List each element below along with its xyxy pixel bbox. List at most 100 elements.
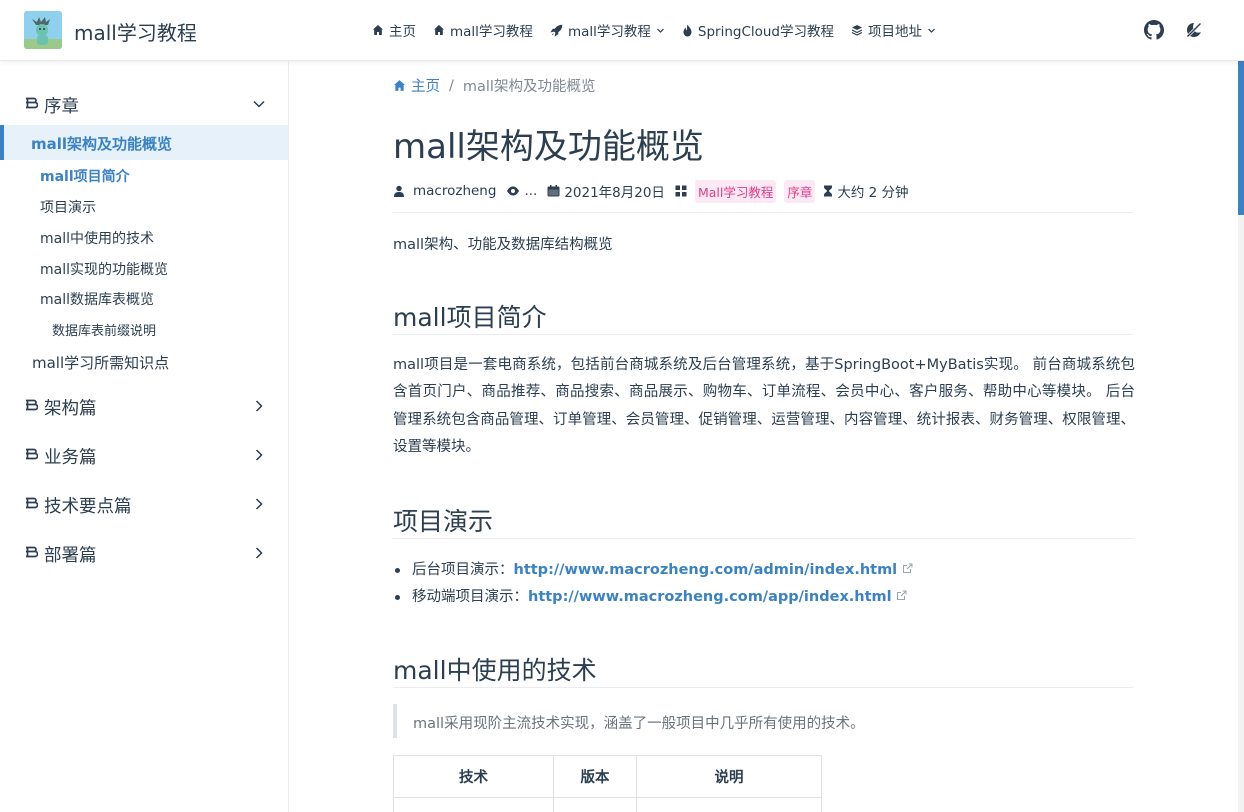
rocket-icon (550, 24, 563, 37)
chevron-right-icon (255, 498, 263, 510)
tag-prologue[interactable]: 序章 (784, 179, 816, 203)
breadcrumb: 主页 / mall架构及功能概览 (393, 75, 595, 96)
nav-item-mall-tutorial[interactable]: mall学习教程 (433, 20, 533, 40)
meta-date: 2021年8月20日 (547, 181, 665, 201)
sidebar-active-page[interactable]: mall架构及功能概览 (0, 125, 288, 160)
meta-views: ... (506, 183, 537, 199)
sidebar-subitem-db[interactable]: mall数据库表概览 (40, 289, 154, 309)
theme-toggle-icon (1185, 21, 1203, 39)
sidebar-group-label: 业务篇 (44, 448, 97, 468)
nav-item-label: SpringCloud学习教程 (697, 24, 835, 40)
nav-item-label: mall学习教程 (450, 24, 533, 40)
list-item: 移动端项目演示：http://www.macrozheng.com/app/in… (393, 584, 913, 611)
heading-divider (393, 334, 1133, 335)
nav-item-mall-tutorial-dropdown[interactable]: mall学习教程 (550, 20, 665, 40)
tech-blockquote: mall采用现阶主流技术实现，涵盖了一般项目中几乎所有使用的技术。 (393, 704, 1133, 738)
nav-links: 主页 mall学习教程 mall学习教程 SpringCloud学习教程 项目地… (372, 20, 936, 40)
demo-label: 移动端项目演示： (412, 589, 528, 605)
chevron-right-icon (255, 400, 263, 412)
sidebar-subitem-db-prefix[interactable]: 数据库表前缀说明 (52, 320, 156, 339)
meta-reading-time-label: 大约 2 分钟 (837, 185, 909, 201)
fire-icon (683, 24, 692, 36)
breadcrumb-separator: / (449, 77, 454, 94)
sidebar-group-label: 技术要点篇 (44, 497, 132, 517)
sidebar-subitem-features[interactable]: mall实现的功能概览 (40, 259, 168, 279)
table-header-row: 技术 版本 说明 (393, 755, 822, 798)
tag-mall-tutorial[interactable]: Mall学习教程 (694, 179, 777, 203)
breadcrumb-home-label: 主页 (411, 79, 440, 95)
category-icon (675, 185, 687, 197)
home-icon (373, 25, 383, 35)
heading-divider (393, 538, 1133, 539)
sidebar-group-business[interactable]: 业务篇 (0, 435, 288, 475)
eye-icon (507, 186, 520, 196)
project-intro-paragraph: mall项目是一套电商系统，包括前台商城系统及后台管理系统，基于SpringBo… (393, 357, 1135, 455)
external-link-icon (902, 563, 913, 573)
github-link[interactable] (1144, 20, 1164, 44)
chevron-right-icon (255, 449, 263, 461)
top-navbar: mall学习教程 主页 mall学习教程 mall学习教程 SpringClou… (0, 0, 1244, 61)
sidebar-group-label: 部署篇 (44, 546, 97, 566)
home-icon (394, 80, 405, 91)
sidebar-group-deploy[interactable]: 部署篇 (0, 533, 288, 573)
article-meta: macrozheng ... 2021年8月20日 Mall学习教程 序章 大约… (393, 179, 919, 203)
meta-author[interactable]: macrozheng (393, 183, 496, 199)
calendar-icon (547, 185, 560, 197)
sidebar-page-knowledge[interactable]: mall学习所需知识点 (32, 352, 169, 373)
demo-list: 后台项目演示：http://www.macrozheng.com/admin/i… (393, 557, 913, 611)
table-cell (636, 797, 822, 812)
article-summary: mall架构、功能及数据库结构概览 (393, 237, 613, 253)
book-icon (26, 546, 38, 558)
table-header-desc: 说明 (636, 755, 822, 798)
admin-demo-link[interactable]: http://www.macrozheng.com/admin/index.ht… (514, 562, 898, 578)
sidebar-group-tech-points[interactable]: 技术要点篇 (0, 484, 288, 524)
meta-date-label: 2021年8月20日 (564, 185, 665, 201)
home-icon (434, 25, 444, 35)
user-icon (394, 185, 404, 197)
site-logo[interactable] (24, 11, 62, 49)
chevron-down-icon (656, 28, 664, 33)
theme-toggle-button[interactable] (1184, 20, 1204, 44)
hourglass-icon (824, 185, 833, 197)
sidebar-subitem-intro[interactable]: mall项目简介 (40, 166, 130, 186)
sidebar: 序章 mall架构及功能概览 mall项目简介 项目演示 mall中使用的技术 … (0, 61, 289, 812)
breadcrumb-home[interactable]: 主页 (393, 75, 440, 96)
site-title[interactable]: mall学习教程 (74, 17, 197, 46)
table-cell (393, 797, 554, 812)
meta-reading-time: 大约 2 分钟 (823, 181, 909, 201)
nav-item-label: mall学习教程 (567, 24, 651, 40)
mobile-demo-link[interactable]: http://www.macrozheng.com/app/index.html (528, 589, 892, 605)
chevron-down-icon (928, 28, 935, 33)
book-icon (26, 97, 38, 109)
tech-table: 技术 版本 说明 (393, 755, 822, 812)
sidebar-subitem-tech[interactable]: mall中使用的技术 (40, 228, 154, 248)
table-cell (553, 797, 637, 812)
table-row (393, 797, 822, 812)
meta-views-label: ... (524, 183, 538, 199)
meta-divider (393, 212, 1133, 213)
sidebar-subitem-demo[interactable]: 项目演示 (40, 197, 96, 217)
sidebar-group-label: 架构篇 (44, 399, 97, 419)
nav-item-springcloud[interactable]: SpringCloud学习教程 (682, 20, 834, 40)
external-link-icon (897, 590, 907, 600)
sidebar-active-label: mall架构及功能概览 (31, 135, 173, 153)
heading-project-demo: 项目演示 (393, 507, 494, 536)
nav-item-home[interactable]: 主页 (372, 20, 416, 40)
heading-divider (393, 687, 1133, 688)
sidebar-group-prologue[interactable]: 序章 (0, 84, 288, 124)
nav-item-label: 主页 (389, 24, 416, 40)
table-header-tech: 技术 (393, 755, 554, 798)
sidebar-group-label: 序章 (44, 97, 79, 117)
heading-tech-used: mall中使用的技术 (393, 656, 597, 685)
sidebar-group-architecture[interactable]: 架构篇 (0, 386, 288, 426)
breadcrumb-current[interactable]: mall架构及功能概览 (463, 75, 596, 96)
nav-item-project-address[interactable]: 项目地址 (851, 20, 936, 40)
book-icon (26, 399, 38, 411)
meta-category (675, 185, 687, 197)
meta-author-label: macrozheng (413, 183, 497, 199)
chevron-down-icon (253, 100, 265, 108)
book-icon (26, 497, 38, 509)
book-icon (26, 448, 38, 460)
table-header-version: 版本 (553, 755, 637, 798)
logo-image-icon (24, 11, 62, 49)
